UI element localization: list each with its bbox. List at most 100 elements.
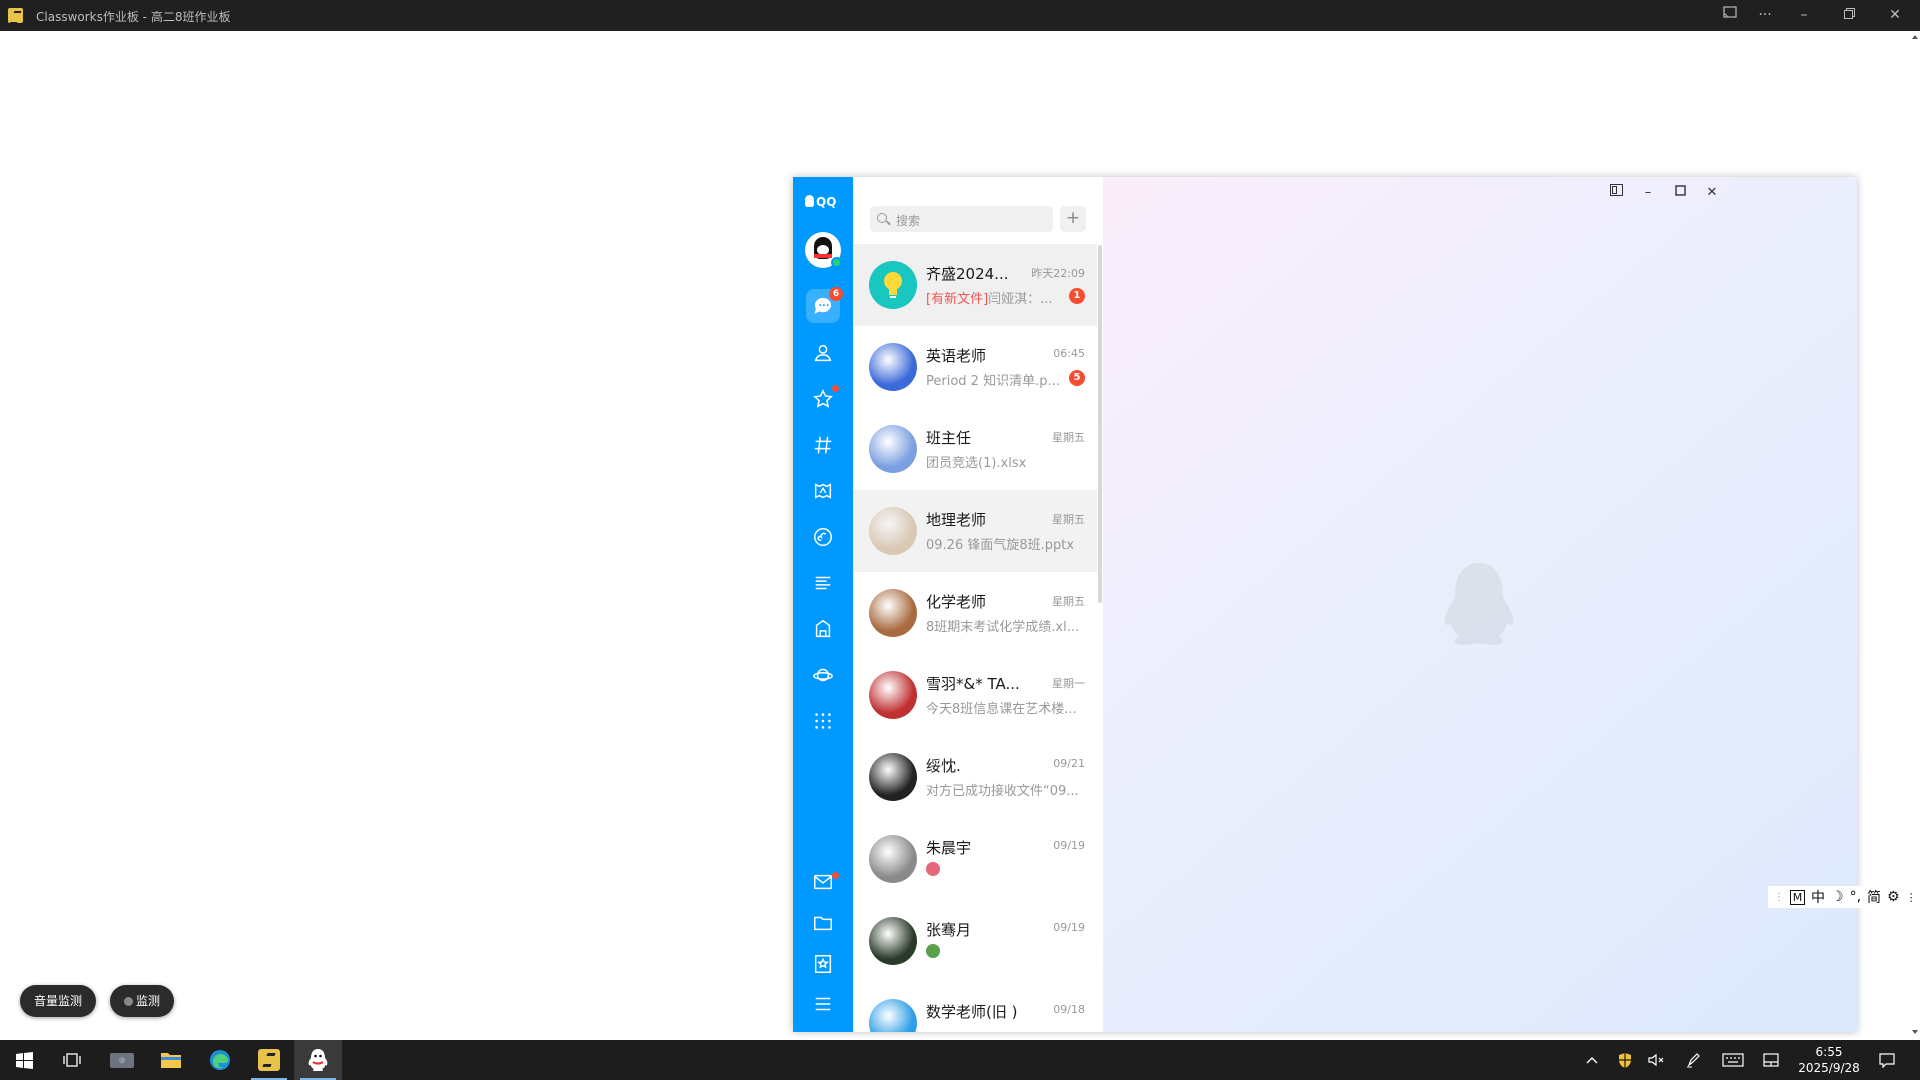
pen-icon[interactable]: [1680, 1040, 1708, 1080]
conversation-avatar[interactable]: [869, 917, 917, 965]
desktop-peek-icon[interactable]: [1757, 1040, 1785, 1080]
search-input[interactable]: 搜索: [870, 206, 1053, 232]
qq-taskbar-icon[interactable]: [294, 1040, 342, 1080]
conversation-name: 数学老师(旧 ): [926, 1003, 1018, 1021]
docs-icon[interactable]: [806, 566, 840, 600]
conversation-preview: 09.26 锋面气旋8班.pptx: [926, 534, 1086, 553]
planet-icon[interactable]: [806, 658, 840, 692]
conversation-avatar[interactable]: [869, 261, 917, 309]
qq-close-button[interactable]: ✕: [1699, 182, 1725, 204]
ime-drag-handle[interactable]: ⋮: [1774, 892, 1784, 903]
task-view-icon[interactable]: [48, 1040, 96, 1080]
apps-grid-icon[interactable]: [806, 704, 840, 738]
classworks-taskbar-icon[interactable]: [245, 1040, 293, 1080]
keyboard-icon[interactable]: [1718, 1040, 1748, 1080]
sticker-icon: [926, 862, 940, 876]
conversation-name: 绥忱.: [926, 757, 961, 775]
conversation-item[interactable]: 化学老师 星期五 8班期末考试化学成绩.xl...: [853, 572, 1097, 654]
folder-icon[interactable]: [806, 906, 840, 940]
sticker-icon: [926, 944, 940, 958]
conversation-item[interactable]: 齐盛2024... 昨天22:09 [有新文件]闫娅淇：... 1: [853, 244, 1097, 326]
qq-maximize-button[interactable]: [1667, 182, 1693, 204]
monitor-button[interactable]: 监测: [110, 985, 175, 1017]
conversation-item[interactable]: 朱晨宇 09/19: [853, 818, 1097, 900]
conversation-item[interactable]: 张骞月 09/19: [853, 900, 1097, 982]
add-button[interactable]: +: [1060, 206, 1086, 232]
store-icon[interactable]: [806, 612, 840, 646]
conversation-time: 09/19: [1053, 839, 1085, 852]
conversation-avatar[interactable]: [869, 589, 917, 637]
taskbar-clock[interactable]: 6:55 2025/9/28: [1786, 1044, 1872, 1076]
conversation-avatar[interactable]: [869, 507, 917, 555]
host-titlebar: Classworks作业板 - 高二8班作业板 ··· – ✕: [0, 0, 1920, 31]
clock-time: 6:55: [1815, 1045, 1843, 1059]
conversation-avatar[interactable]: [869, 343, 917, 391]
conversation-name: 张骞月: [926, 921, 972, 939]
qq-nav-sidebar: QQ 6: [793, 177, 853, 1032]
conversation-item[interactable]: 地理老师 星期五 09.26 锋面气旋8班.pptx: [853, 490, 1097, 572]
tray-overflow-icon[interactable]: [1578, 1040, 1606, 1080]
game-icon[interactable]: [806, 474, 840, 508]
volume-muted-icon[interactable]: [1643, 1040, 1671, 1080]
ime-more-icon[interactable]: ⋮: [1906, 891, 1917, 904]
conversation-name: 朱晨宇: [926, 839, 972, 857]
start-windows-icon[interactable]: [0, 1040, 48, 1080]
list-scrollbar[interactable]: [1098, 245, 1102, 603]
ime-lang-toggle[interactable]: 中: [1811, 887, 1825, 907]
notification-icon[interactable]: [1872, 1040, 1902, 1080]
close-button[interactable]: ✕: [1879, 4, 1911, 26]
conversation-list-panel: 搜索 + 齐盛2024... 昨天22:09 [有新文件]闫娅淇：... 1 英语老师 0…: [853, 177, 1103, 1032]
pin-icon[interactable]: [1603, 182, 1629, 204]
security-shield-icon[interactable]: [1611, 1040, 1639, 1080]
conversation-time: 06:45: [1053, 347, 1085, 360]
edge-browser-icon[interactable]: [196, 1040, 244, 1080]
conversation-item[interactable]: 雪羽*&* TA... 星期一 今天8班信息课在艺术楼...: [853, 654, 1097, 736]
conversation-name: 地理老师: [926, 511, 987, 529]
conversation-time: 09/18: [1053, 1003, 1085, 1016]
gear-icon[interactable]: ⚙: [1887, 889, 1900, 905]
preview-text: 09.26 锋面气旋8班.pptx: [926, 538, 1075, 553]
conversation-item[interactable]: 班主任 星期五 团员竞选(1).xlsx: [853, 408, 1097, 490]
conversation-preview: [926, 862, 1086, 878]
chat-area: – ✕: [1103, 177, 1857, 1032]
conversation-preview: [926, 944, 1086, 960]
mail-icon[interactable]: [806, 865, 840, 899]
conversation-avatar[interactable]: [869, 835, 917, 883]
moon-icon[interactable]: ☽: [1831, 889, 1844, 905]
conversation-preview: Period 2 知识清单.p...: [926, 370, 1086, 389]
conversation-item[interactable]: 绥忱. 09/21 对方已成功接收文件“09...: [853, 736, 1097, 818]
window-title: Classworks作业板 - 高二8班作业板: [36, 10, 231, 24]
ime-simplified-toggle[interactable]: 简: [1867, 887, 1881, 907]
conversation-time: 09/19: [1053, 921, 1085, 934]
conversation-avatar[interactable]: [869, 425, 917, 473]
conversation-time: 星期一: [1052, 677, 1085, 690]
conversation-name: 英语老师: [926, 347, 987, 365]
messages-badge: 6: [829, 287, 843, 301]
preview-text: 对方已成功接收文件“09...: [926, 784, 1079, 799]
conversation-avatar[interactable]: [869, 753, 917, 801]
channel-icon[interactable]: [806, 428, 840, 462]
contacts-icon[interactable]: [806, 336, 840, 370]
conversation-item[interactable]: 英语老师 06:45 Period 2 知识清单.p... 5: [853, 326, 1097, 408]
conversation-avatar[interactable]: [869, 671, 917, 719]
more-icon[interactable]: ···: [1749, 4, 1781, 26]
punctuation-icon[interactable]: °,: [1850, 889, 1861, 905]
file-explorer-icon[interactable]: [147, 1040, 195, 1080]
qq-minimize-button[interactable]: –: [1635, 182, 1661, 204]
menu-icon[interactable]: [806, 987, 840, 1021]
remote-app-icon[interactable]: ◎: [98, 1040, 146, 1080]
music-icon[interactable]: [806, 520, 840, 554]
volume-monitor-button[interactable]: 音量监测: [20, 985, 97, 1017]
conversation-preview: 团员竞选(1).xlsx: [926, 452, 1086, 471]
bookmark-icon[interactable]: [806, 947, 840, 981]
conversation-name: 齐盛2024...: [926, 265, 1009, 283]
conversation-item[interactable]: 数学老师(旧 ) 09/18: [853, 982, 1097, 1032]
restore-button[interactable]: [1833, 4, 1865, 26]
minimize-button[interactable]: –: [1788, 4, 1820, 26]
conversation-time: 星期五: [1052, 431, 1085, 444]
ime-mode-toggle[interactable]: M: [1790, 889, 1805, 905]
qq-penguin-watermark-icon: [1444, 563, 1514, 645]
conversation-avatar[interactable]: [869, 999, 917, 1032]
conversation-preview: 对方已成功接收文件“09...: [926, 780, 1086, 799]
cast-icon[interactable]: [1714, 4, 1746, 26]
